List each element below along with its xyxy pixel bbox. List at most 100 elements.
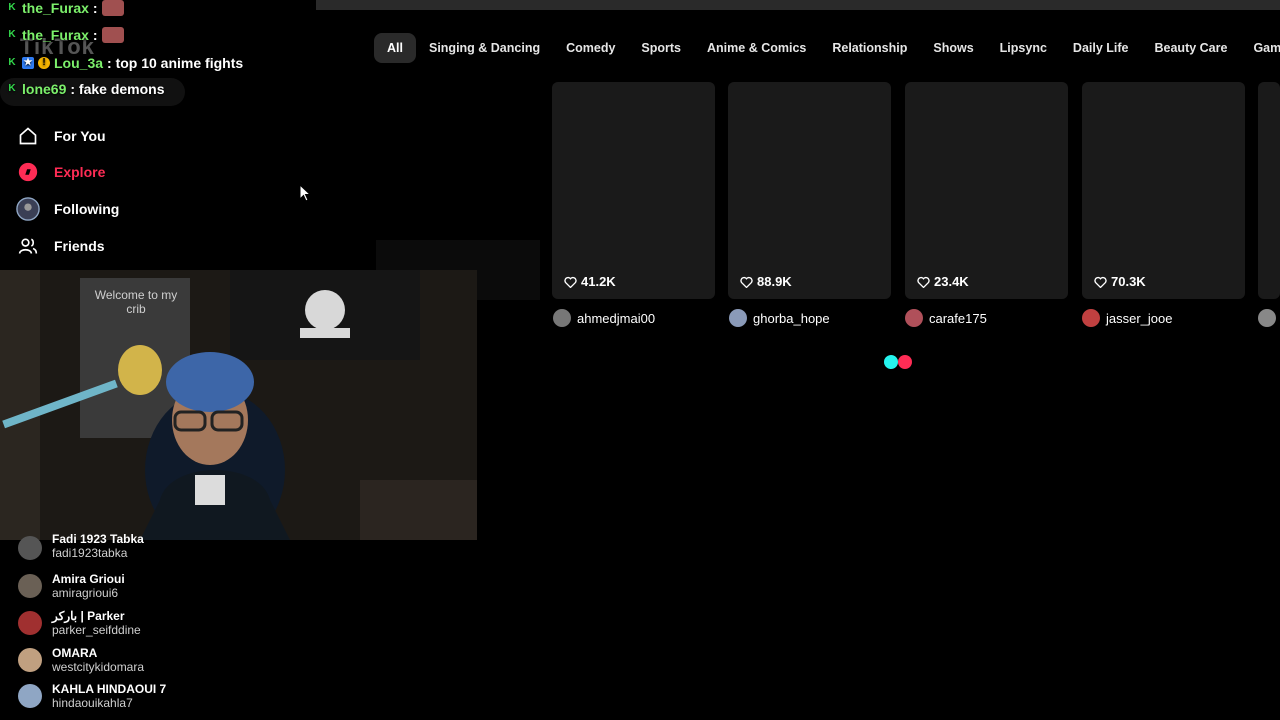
- webcam-image: [0, 270, 477, 540]
- account-username: parker_seifddine: [52, 623, 141, 637]
- kick-badge-icon: K: [8, 83, 16, 94]
- category-tab[interactable]: Beauty Care: [1142, 33, 1241, 63]
- avatar: [18, 611, 42, 635]
- following-account[interactable]: KAHLA HINDAOUI 7 hindaouikahla7: [18, 682, 166, 710]
- author-name: jasser_jooe: [1106, 310, 1173, 326]
- nav-item-following[interactable]: Following: [16, 197, 119, 221]
- author-avatar: [553, 309, 571, 327]
- account-name: باركر | Parker: [52, 609, 125, 623]
- nav-label: For You: [54, 128, 106, 144]
- likes-value: 41.2K: [581, 274, 616, 289]
- author-name: ghorba_hope: [753, 310, 830, 326]
- account-name: KAHLA HINDAOUI 7: [52, 682, 167, 696]
- avatar: [18, 574, 42, 598]
- poster-text: Welcome to my crib: [94, 288, 178, 316]
- likes-count: 88.9K: [740, 274, 792, 289]
- category-tab[interactable]: Comedy: [553, 33, 628, 63]
- chat-line: K the_Furax :: [6, 0, 124, 16]
- nav-item-for-you[interactable]: For You: [16, 124, 106, 148]
- video-card-partial[interactable]: [1258, 82, 1280, 299]
- mouse-cursor-icon: [299, 183, 312, 207]
- avatar: [18, 536, 42, 560]
- chat-message: :: [92, 27, 98, 43]
- gift-badge-icon: !: [38, 57, 50, 69]
- following-avatar-icon: [16, 197, 40, 221]
- category-tab[interactable]: Anime & Comics: [694, 33, 819, 63]
- chat-line: K lone69 : fake demons: [6, 81, 165, 97]
- category-tabs: All Singing & Dancing Comedy Sports Anim…: [374, 33, 1280, 63]
- chat-username: the_Furax: [22, 0, 89, 16]
- heart-icon: [564, 276, 577, 288]
- author-avatar: [1258, 309, 1276, 327]
- kick-badge-icon: K: [8, 29, 16, 40]
- nav-item-friends[interactable]: Friends: [16, 234, 105, 258]
- friends-icon: [16, 234, 40, 258]
- following-account[interactable]: Amira Grioui amiragrioui6: [18, 572, 125, 600]
- likes-count: 41.2K: [564, 274, 616, 289]
- heart-icon: [740, 276, 753, 288]
- video-card[interactable]: 41.2K: [552, 82, 715, 299]
- loader-dot-pink: [898, 355, 912, 369]
- video-card[interactable]: 23.4K: [905, 82, 1068, 299]
- nav-label: Friends: [54, 238, 105, 254]
- avatar: [18, 648, 42, 672]
- category-tab[interactable]: Lipsync: [987, 33, 1060, 63]
- author-name: ahmedjmai00: [577, 310, 656, 326]
- video-author-partial[interactable]: [1258, 309, 1276, 327]
- sub-badge-icon: ★: [22, 57, 34, 69]
- chat-username: lone69: [22, 81, 67, 97]
- video-card[interactable]: 88.9K: [728, 82, 891, 299]
- loading-indicator: [884, 355, 912, 369]
- heart-icon: [1094, 276, 1107, 288]
- likes-count: 70.3K: [1094, 274, 1146, 289]
- following-account[interactable]: باركر | Parker parker_seifddine: [18, 609, 141, 637]
- author-avatar: [1082, 309, 1100, 327]
- nav-label: Explore: [54, 164, 106, 180]
- category-tab[interactable]: Daily Life: [1060, 33, 1142, 63]
- kick-badge-icon: K: [8, 2, 16, 13]
- compass-icon: [16, 160, 40, 184]
- video-card[interactable]: 70.3K: [1082, 82, 1245, 299]
- nav-item-explore[interactable]: Explore: [16, 160, 105, 184]
- account-username: fadi1923tabka: [52, 546, 128, 560]
- account-name: Fadi 1923 Tabka: [52, 532, 144, 546]
- category-tab[interactable]: Shows: [920, 33, 986, 63]
- category-tab[interactable]: Games: [1240, 33, 1280, 63]
- chat-message: : fake demons: [70, 81, 165, 97]
- loader-dot-cyan: [884, 355, 898, 369]
- video-author[interactable]: ghorba_hope: [729, 309, 830, 327]
- chat-line: K the_Furax :: [6, 27, 124, 43]
- category-tab[interactable]: Singing & Dancing: [416, 33, 553, 63]
- author-name: carafe175: [929, 310, 987, 326]
- account-username: westcitykidomara: [52, 660, 145, 674]
- author-avatar: [729, 309, 747, 327]
- emote-icon: [101, 27, 124, 43]
- chat-line: K ★ ! Lou_3a : top 10 anime fights: [6, 55, 243, 71]
- top-bar: [316, 0, 1280, 10]
- account-username: hindaouikahla7: [52, 696, 133, 710]
- webcam-feed: Welcome to my crib: [0, 270, 477, 540]
- likes-value: 88.9K: [757, 274, 792, 289]
- video-author[interactable]: ahmedjmai00: [553, 309, 655, 327]
- video-author[interactable]: carafe175: [905, 309, 987, 327]
- author-avatar: [905, 309, 923, 327]
- home-icon: [16, 124, 40, 148]
- likes-count: 23.4K: [917, 274, 969, 289]
- kick-badge-icon: K: [8, 57, 16, 68]
- likes-value: 23.4K: [934, 274, 969, 289]
- account-name: OMARA: [52, 646, 98, 660]
- chat-message: :: [92, 0, 98, 16]
- nav-label: Following: [54, 201, 120, 217]
- category-tab[interactable]: Relationship: [819, 33, 920, 63]
- likes-value: 70.3K: [1111, 274, 1146, 289]
- following-account[interactable]: Fadi 1923 Tabka fadi1923tabka: [18, 532, 144, 560]
- heart-icon: [917, 276, 930, 288]
- following-account[interactable]: OMARA westcitykidomara: [18, 646, 144, 674]
- category-tab[interactable]: All: [374, 33, 416, 63]
- video-author[interactable]: jasser_jooe: [1082, 309, 1173, 327]
- category-tab[interactable]: Sports: [628, 33, 694, 63]
- chat-message: : top 10 anime fights: [107, 55, 244, 71]
- emote-icon: [101, 0, 124, 16]
- account-name: Amira Grioui: [52, 572, 125, 586]
- avatar: [18, 684, 42, 708]
